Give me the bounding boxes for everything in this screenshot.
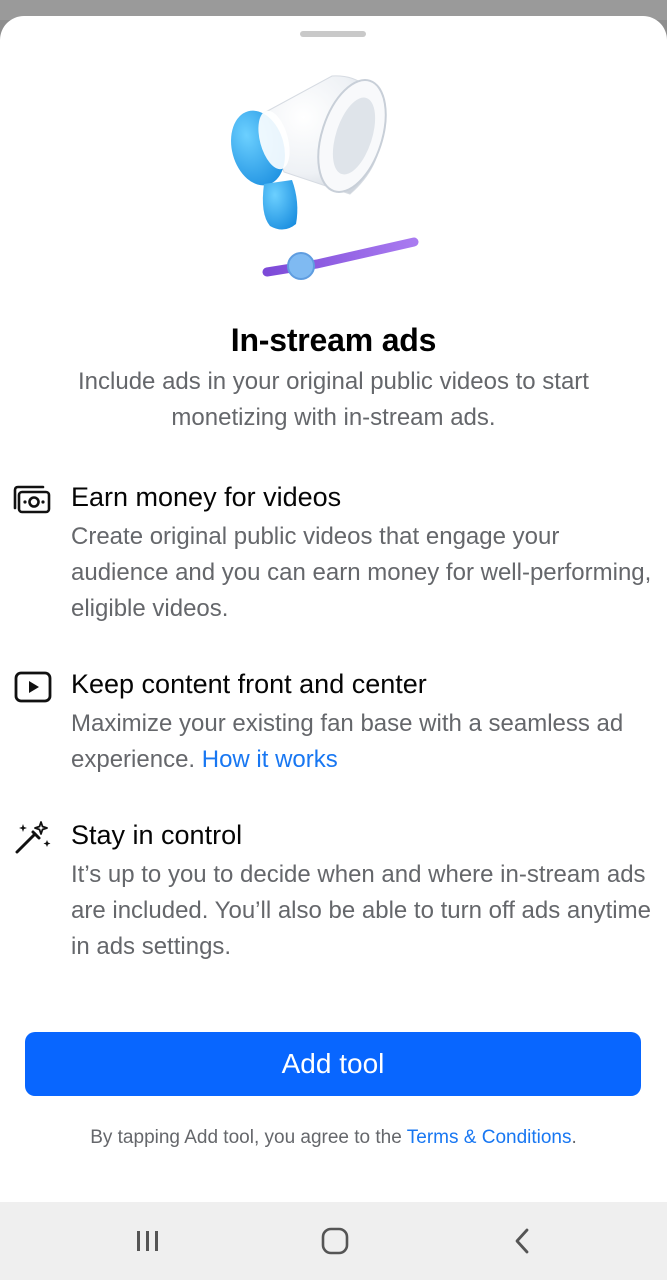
feature-title: Earn money for videos — [71, 482, 342, 512]
legal-notice: By tapping Add tool, you agree to the Te… — [60, 1125, 607, 1150]
bottom-sheet: In-stream ads Include ads in your origin… — [0, 16, 667, 1202]
system-navigation-bar — [0, 1202, 667, 1280]
home-icon — [321, 1227, 349, 1255]
sheet-subtitle: Include ads in your original public vide… — [78, 368, 589, 431]
recent-apps-icon — [137, 1231, 158, 1251]
feature-description: Maximize your existing fan base with a s… — [71, 706, 661, 778]
back-button[interactable] — [472, 1202, 572, 1280]
megaphone-illustration — [231, 75, 419, 280]
feature-description-text: Maximize your existing fan base with a s… — [71, 710, 624, 773]
play-icon — [14, 671, 52, 703]
feature-title: Keep content front and center — [71, 669, 427, 699]
magic-wand-icon — [15, 821, 51, 854]
how-it-works-link[interactable]: How it works — [202, 746, 338, 773]
back-icon — [515, 1228, 529, 1254]
legal-text: By tapping Add tool, you agree to the — [90, 1127, 402, 1148]
add-tool-button[interactable]: Add tool — [25, 1032, 641, 1096]
legal-end: . — [571, 1127, 577, 1148]
feature-description: It’s up to you to decide when and where … — [71, 861, 651, 960]
sheet-title: In-stream ads — [230, 322, 437, 358]
feature-title: Stay in control — [71, 820, 243, 850]
home-button[interactable] — [285, 1202, 385, 1280]
recent-apps-button[interactable] — [98, 1202, 198, 1280]
money-icon — [13, 485, 51, 514]
drag-handle[interactable] — [300, 31, 366, 37]
feature-description: Create original public videos that engag… — [71, 523, 652, 622]
terms-link[interactable]: Terms & Conditions — [407, 1127, 572, 1148]
